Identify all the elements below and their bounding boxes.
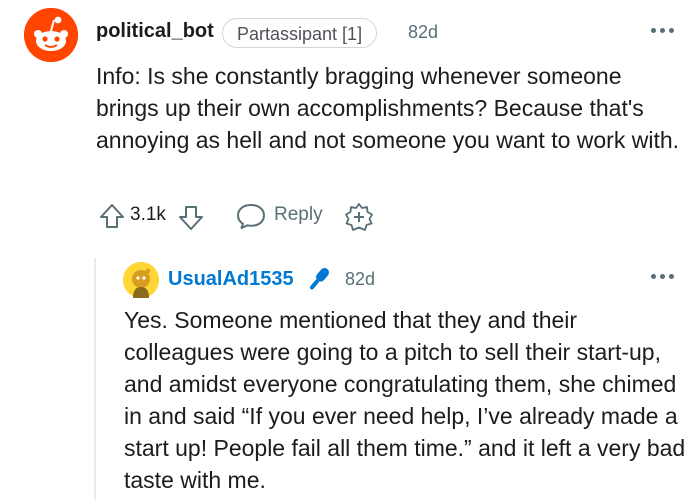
avatar[interactable] [24,8,78,62]
comment-age[interactable]: 82d [408,22,438,43]
user-flair: Partassipant [1] [222,18,378,48]
reply-body: Yes. Someone mentioned that they and the… [124,307,686,493]
snoo-avatar-icon [123,262,159,298]
downvote-icon[interactable] [177,204,205,232]
comment-username[interactable]: political_bot [96,20,214,43]
reply-label[interactable]: Reply [274,204,323,226]
comment-body: Info: Is she constantly bragging wheneve… [96,63,680,153]
upvote-icon[interactable] [98,202,126,230]
reply-more-options-icon[interactable] [651,272,675,280]
op-microphone-icon [304,264,334,294]
vote-score: 3.1k [130,204,166,225]
thread-line[interactable] [94,258,96,500]
reply-avatar[interactable] [123,262,159,298]
reply-button[interactable] [236,202,266,230]
reply-age[interactable]: 82d [345,269,375,290]
reddit-snoo-icon [24,8,78,62]
more-options-icon[interactable] [651,26,675,34]
reply-username[interactable]: UsualAd1535 [168,268,294,291]
award-icon[interactable] [344,202,374,232]
reply-bubble-icon [237,204,265,229]
